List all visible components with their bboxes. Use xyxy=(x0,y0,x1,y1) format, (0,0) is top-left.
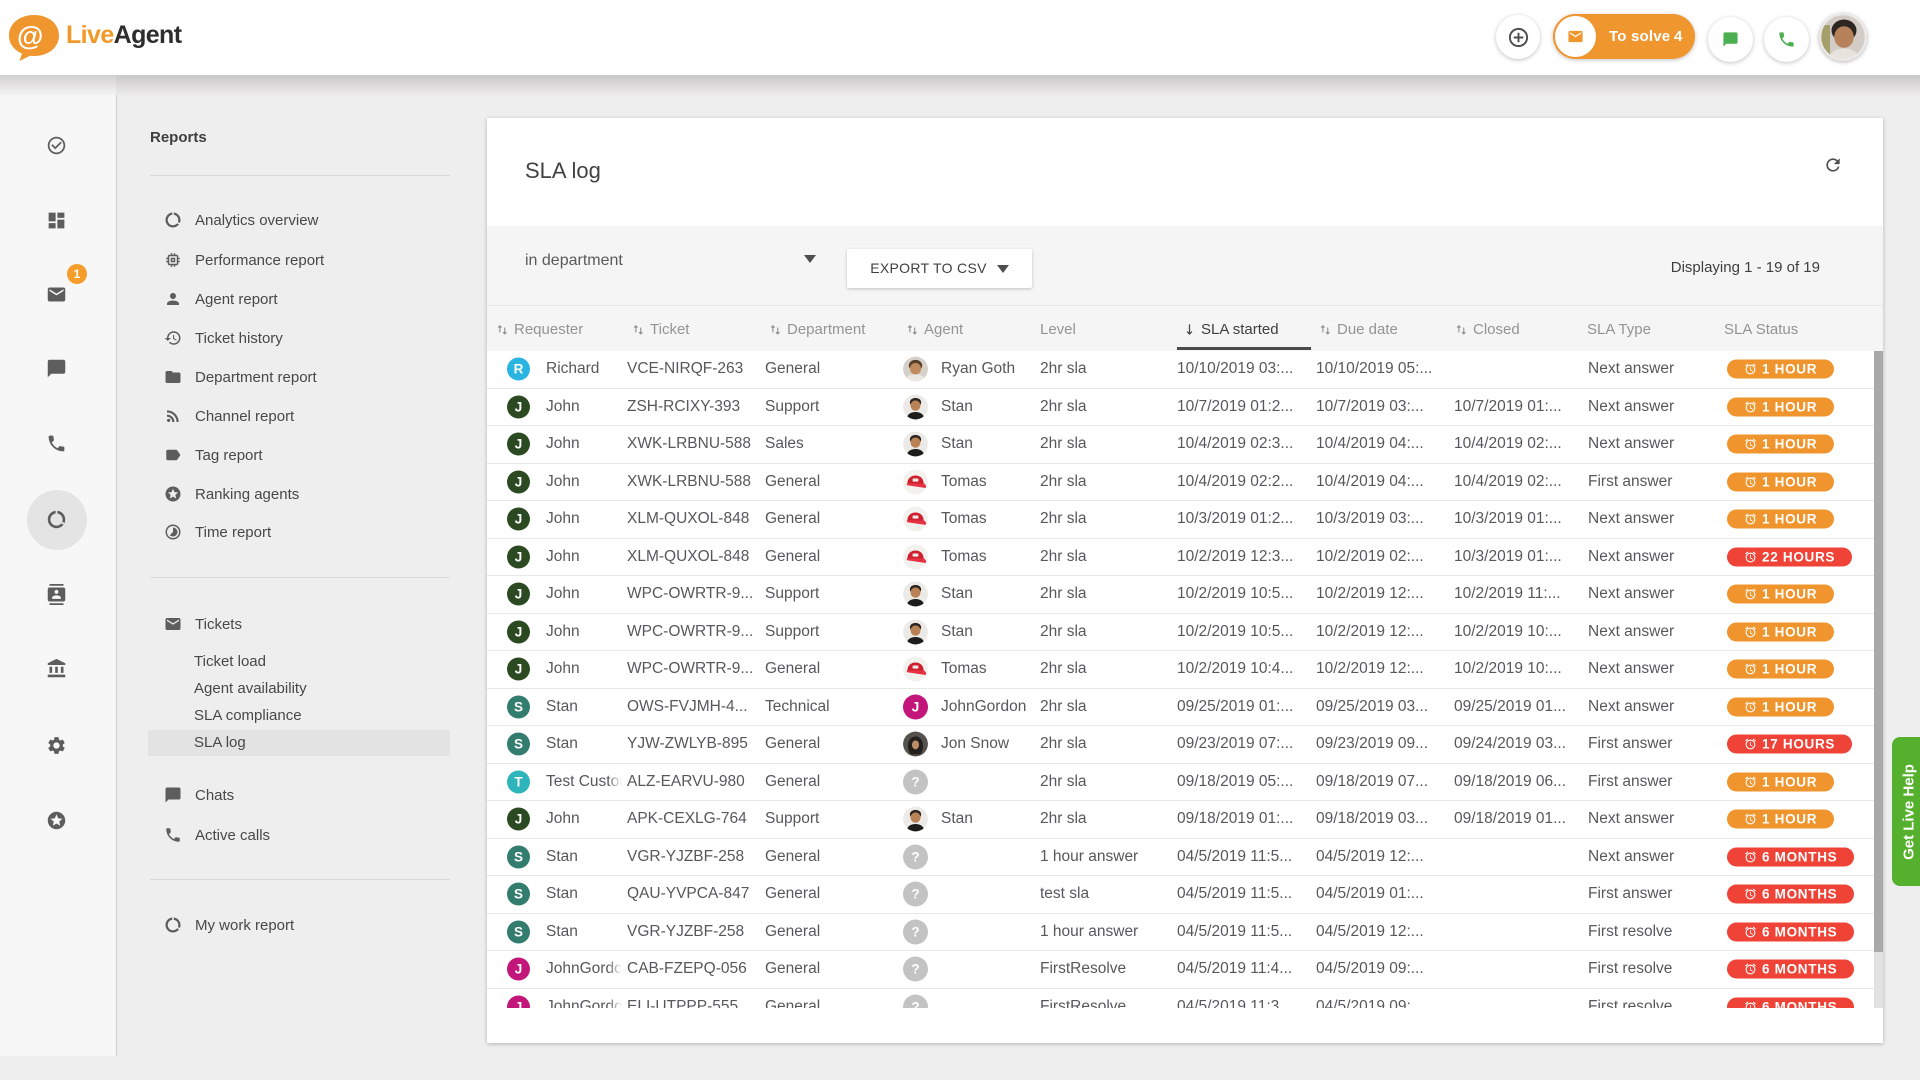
svg-text:@: @ xyxy=(17,21,43,51)
